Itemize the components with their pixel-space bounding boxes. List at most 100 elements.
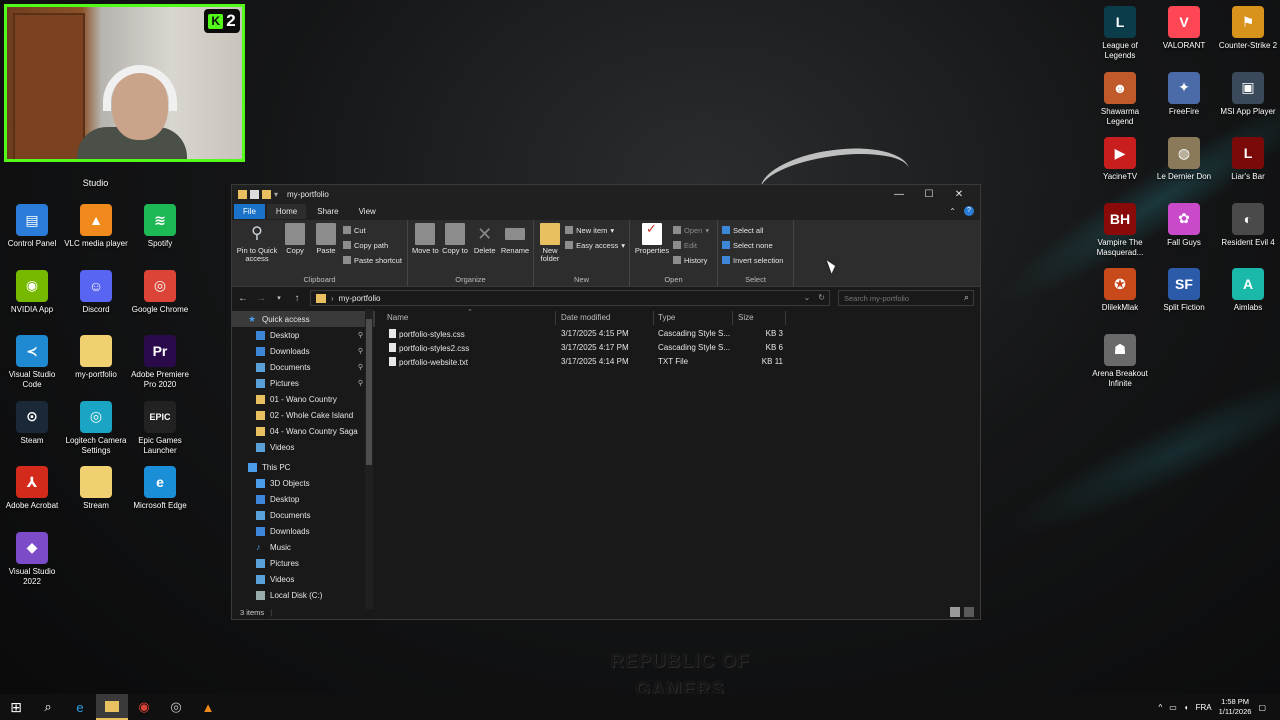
- collapse-ribbon-icon[interactable]: ⌃: [949, 207, 956, 216]
- select-all-button[interactable]: Select all: [722, 224, 783, 236]
- desktop-icon-control-panel[interactable]: ▤ Control Panel: [0, 204, 64, 249]
- properties-icon[interactable]: [250, 189, 259, 199]
- file-row[interactable]: portfolio-styles.css 3/17/2025 4:15 PM Cas…: [375, 327, 980, 341]
- address-bar[interactable]: › my-portfolio ⌄ ↻: [310, 290, 830, 306]
- clock[interactable]: 1:58 PM 1/11/2026: [1219, 697, 1252, 717]
- chrome-icon[interactable]: ◉: [128, 694, 160, 720]
- desktop-icon-yacinetv[interactable]: ▶ YacineTV: [1088, 137, 1152, 182]
- help-icon[interactable]: ?: [964, 206, 974, 216]
- desktop-icon-arena-breakout-infinite[interactable]: ☗ Arena Breakout Infinite: [1088, 333, 1152, 389]
- history-button[interactable]: History: [673, 254, 709, 266]
- file-list[interactable]: Name ⌃ Date modified Type Size portfolio…: [375, 309, 980, 617]
- desktop-icon-counter-strike-2[interactable]: ⚑ Counter-Strike 2: [1216, 6, 1280, 51]
- nav-item-01-wano-country[interactable]: 01 - Wano Country: [232, 391, 375, 407]
- nav-item-local-disk-c[interactable]: Local Disk (C:): [232, 587, 375, 603]
- desktop-icon-epic-games-launcher[interactable]: EPIC Epic Games Launcher: [128, 400, 192, 456]
- edit-button[interactable]: Edit: [673, 239, 709, 251]
- details-view-icon[interactable]: [950, 607, 960, 617]
- tray-overflow-icon[interactable]: ^: [1158, 703, 1162, 712]
- desktop-icon-my-portfolio[interactable]: my-portfolio: [64, 335, 128, 380]
- customize-toolbar-icon[interactable]: ▾: [274, 190, 278, 199]
- obs-icon[interactable]: ◎: [160, 694, 192, 720]
- tab-home[interactable]: Home: [266, 204, 307, 219]
- minimize-button[interactable]: —: [884, 185, 914, 203]
- network-icon[interactable]: ▭: [1169, 703, 1177, 712]
- desktop-icon-liar-s-bar[interactable]: L Liar's Bar: [1216, 137, 1280, 182]
- edge-icon[interactable]: e: [64, 694, 96, 720]
- file-row[interactable]: portfolio-website.txt 3/17/2025 4:14 PM TX…: [375, 355, 980, 369]
- search-icon[interactable]: ⌕: [32, 694, 64, 720]
- notifications-icon[interactable]: ▢: [1258, 703, 1266, 712]
- desktop-icon-spotify[interactable]: ≋ Spotify: [128, 204, 192, 249]
- maximize-button[interactable]: ☐: [914, 185, 944, 203]
- refresh-icon[interactable]: ↻: [818, 293, 825, 302]
- cut-button[interactable]: Cut: [343, 224, 402, 236]
- nav-item-3d-objects[interactable]: 3D Objects: [232, 475, 375, 491]
- new-item-button[interactable]: New item ▾: [565, 224, 625, 236]
- paste-shortcut-button[interactable]: Paste shortcut: [343, 254, 402, 266]
- column-name[interactable]: Name: [387, 313, 408, 322]
- desktop-icon-msi-app-player[interactable]: ▣ MSI App Player: [1216, 71, 1280, 117]
- recent-locations-button[interactable]: ▾: [274, 294, 284, 302]
- column-size[interactable]: Size: [738, 313, 754, 322]
- desktop-icon-nvidia-app[interactable]: ◉ NVIDIA App: [0, 269, 64, 315]
- address-dropdown-icon[interactable]: ⌄: [804, 293, 811, 302]
- desktop-icon-vlc-media-player[interactable]: ▲ VLC media player: [64, 204, 128, 249]
- nav-item-desktop[interactable]: Desktop: [232, 491, 375, 507]
- nav-item-pictures[interactable]: Pictures: [232, 555, 375, 571]
- close-button[interactable]: ✕: [944, 185, 974, 203]
- nav-item-pictures[interactable]: Pictures ⚲: [232, 375, 375, 391]
- select-none-button[interactable]: Select none: [722, 239, 783, 251]
- start-button[interactable]: ⊞: [0, 694, 32, 720]
- copy-path-button[interactable]: Copy path: [343, 239, 402, 251]
- nav-item-04-wano-country-saga[interactable]: 04 - Wano Country Saga: [232, 423, 375, 439]
- desktop-icon-steam[interactable]: ⊙ Steam: [0, 400, 64, 446]
- navigation-scrollbar[interactable]: [365, 309, 373, 609]
- language-indicator[interactable]: FRA: [1196, 703, 1212, 712]
- tab-share[interactable]: Share: [308, 204, 347, 219]
- desktop-icon-vampire-the-masquerad[interactable]: BH Vampire The Masquerad...: [1088, 202, 1152, 258]
- desktop-icon-visual-studio-2022[interactable]: ◆ Visual Studio 2022: [0, 531, 64, 587]
- up-button[interactable]: ↑: [292, 293, 302, 304]
- desktop-icon-resident-evil-4[interactable]: ◐ Resident Evil 4: [1216, 202, 1280, 248]
- new-folder-icon[interactable]: [262, 189, 271, 199]
- nav-item-documents[interactable]: Documents: [232, 507, 375, 523]
- desktop-icon-aimlabs[interactable]: A Aimlabs: [1216, 268, 1280, 313]
- file-explorer-window[interactable]: ▾ my-portfolio — ☐ ✕ File Home Share Vie…: [231, 184, 981, 620]
- desktop-icon-stream[interactable]: Stream: [64, 466, 128, 511]
- nav-item-documents[interactable]: Documents ⚲: [232, 359, 375, 375]
- desktop-icon-visual-studio-code[interactable]: ≺ Visual Studio Code: [0, 335, 64, 390]
- vlc-icon[interactable]: ▲: [192, 694, 224, 720]
- desktop-icon-google-chrome[interactable]: ◎ Google Chrome: [128, 269, 192, 315]
- file-row[interactable]: portfolio-styles2.css 3/17/2025 4:17 PM Ca…: [375, 341, 980, 355]
- nav-item-02-whole-cake-island[interactable]: 02 - Whole Cake Island: [232, 407, 375, 423]
- nav-this-pc[interactable]: This PC: [232, 459, 375, 475]
- desktop-icon-discord[interactable]: ☺ Discord: [64, 269, 128, 315]
- search-input[interactable]: Search my-portfolio ⌕: [838, 290, 974, 306]
- invert-selection-button[interactable]: Invert selection: [722, 254, 783, 266]
- nav-item-videos[interactable]: Videos: [232, 571, 375, 587]
- desktop-icon-league-of-legends[interactable]: L League of Legends: [1088, 6, 1152, 61]
- nav-item-videos[interactable]: Videos: [232, 439, 375, 455]
- speaker-icon[interactable]: ◖: [1184, 703, 1189, 712]
- back-button[interactable]: ←: [238, 293, 248, 304]
- open-button[interactable]: Open ▾: [673, 224, 709, 236]
- file-explorer-icon[interactable]: [96, 694, 128, 720]
- large-icons-view-icon[interactable]: [964, 607, 974, 617]
- nav-item-desktop[interactable]: Desktop ⚲: [232, 327, 375, 343]
- desktop-icon-freefire[interactable]: ✦ FreeFire: [1152, 71, 1216, 117]
- nav-item-downloads[interactable]: Downloads: [232, 523, 375, 539]
- column-date-modified[interactable]: Date modified: [561, 313, 610, 322]
- navigation-pane[interactable]: ★ Quick access Desktop ⚲ Downloads ⚲ Documen…: [232, 309, 375, 617]
- desktop-icon-logitech-camera-settings[interactable]: ◎ Logitech Camera Settings: [64, 400, 128, 456]
- desktop-icon-dlilekmlak[interactable]: ✪ DlilekMlak: [1088, 268, 1152, 313]
- desktop-icon-adobe-acrobat[interactable]: ⅄ Adobe Acrobat: [0, 466, 64, 511]
- desktop-icon-shawarma-legend[interactable]: ☻ Shawarma Legend: [1088, 71, 1152, 127]
- nav-item-music[interactable]: ♪ Music: [232, 539, 375, 555]
- desktop-icon-adobe-premiere-pro-2020[interactable]: Pr Adobe Premiere Pro 2020: [128, 335, 192, 390]
- easy-access-button[interactable]: Easy access ▾: [565, 239, 625, 251]
- nav-item-downloads[interactable]: Downloads ⚲: [232, 343, 375, 359]
- forward-button[interactable]: →: [256, 293, 266, 304]
- desktop-icon-le-dernier-don[interactable]: ◍ Le Dernier Don: [1152, 137, 1216, 182]
- column-type[interactable]: Type: [658, 313, 675, 322]
